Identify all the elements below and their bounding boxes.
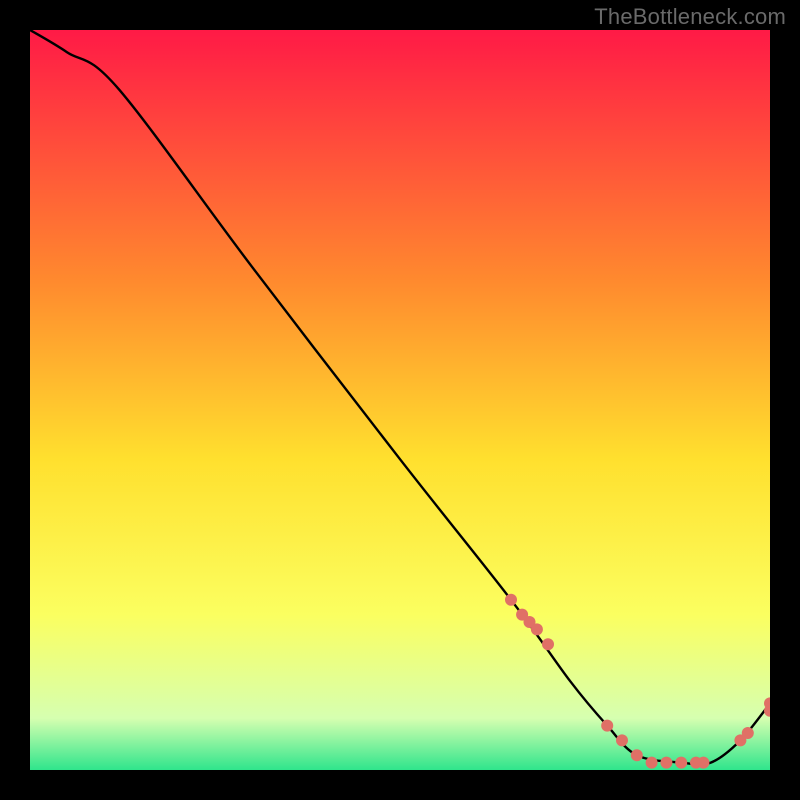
data-marker [631,749,643,761]
data-marker [542,638,554,650]
plot-area [30,30,770,770]
data-marker [616,734,628,746]
data-marker [646,757,658,769]
data-marker [697,757,709,769]
data-marker [660,757,672,769]
data-marker [505,594,517,606]
gradient-background [30,30,770,770]
plot-svg [30,30,770,770]
data-marker [531,623,543,635]
data-marker [742,727,754,739]
chart-frame: TheBottleneck.com [0,0,800,800]
watermark-text: TheBottleneck.com [594,4,786,30]
data-marker [675,757,687,769]
data-marker [601,720,613,732]
